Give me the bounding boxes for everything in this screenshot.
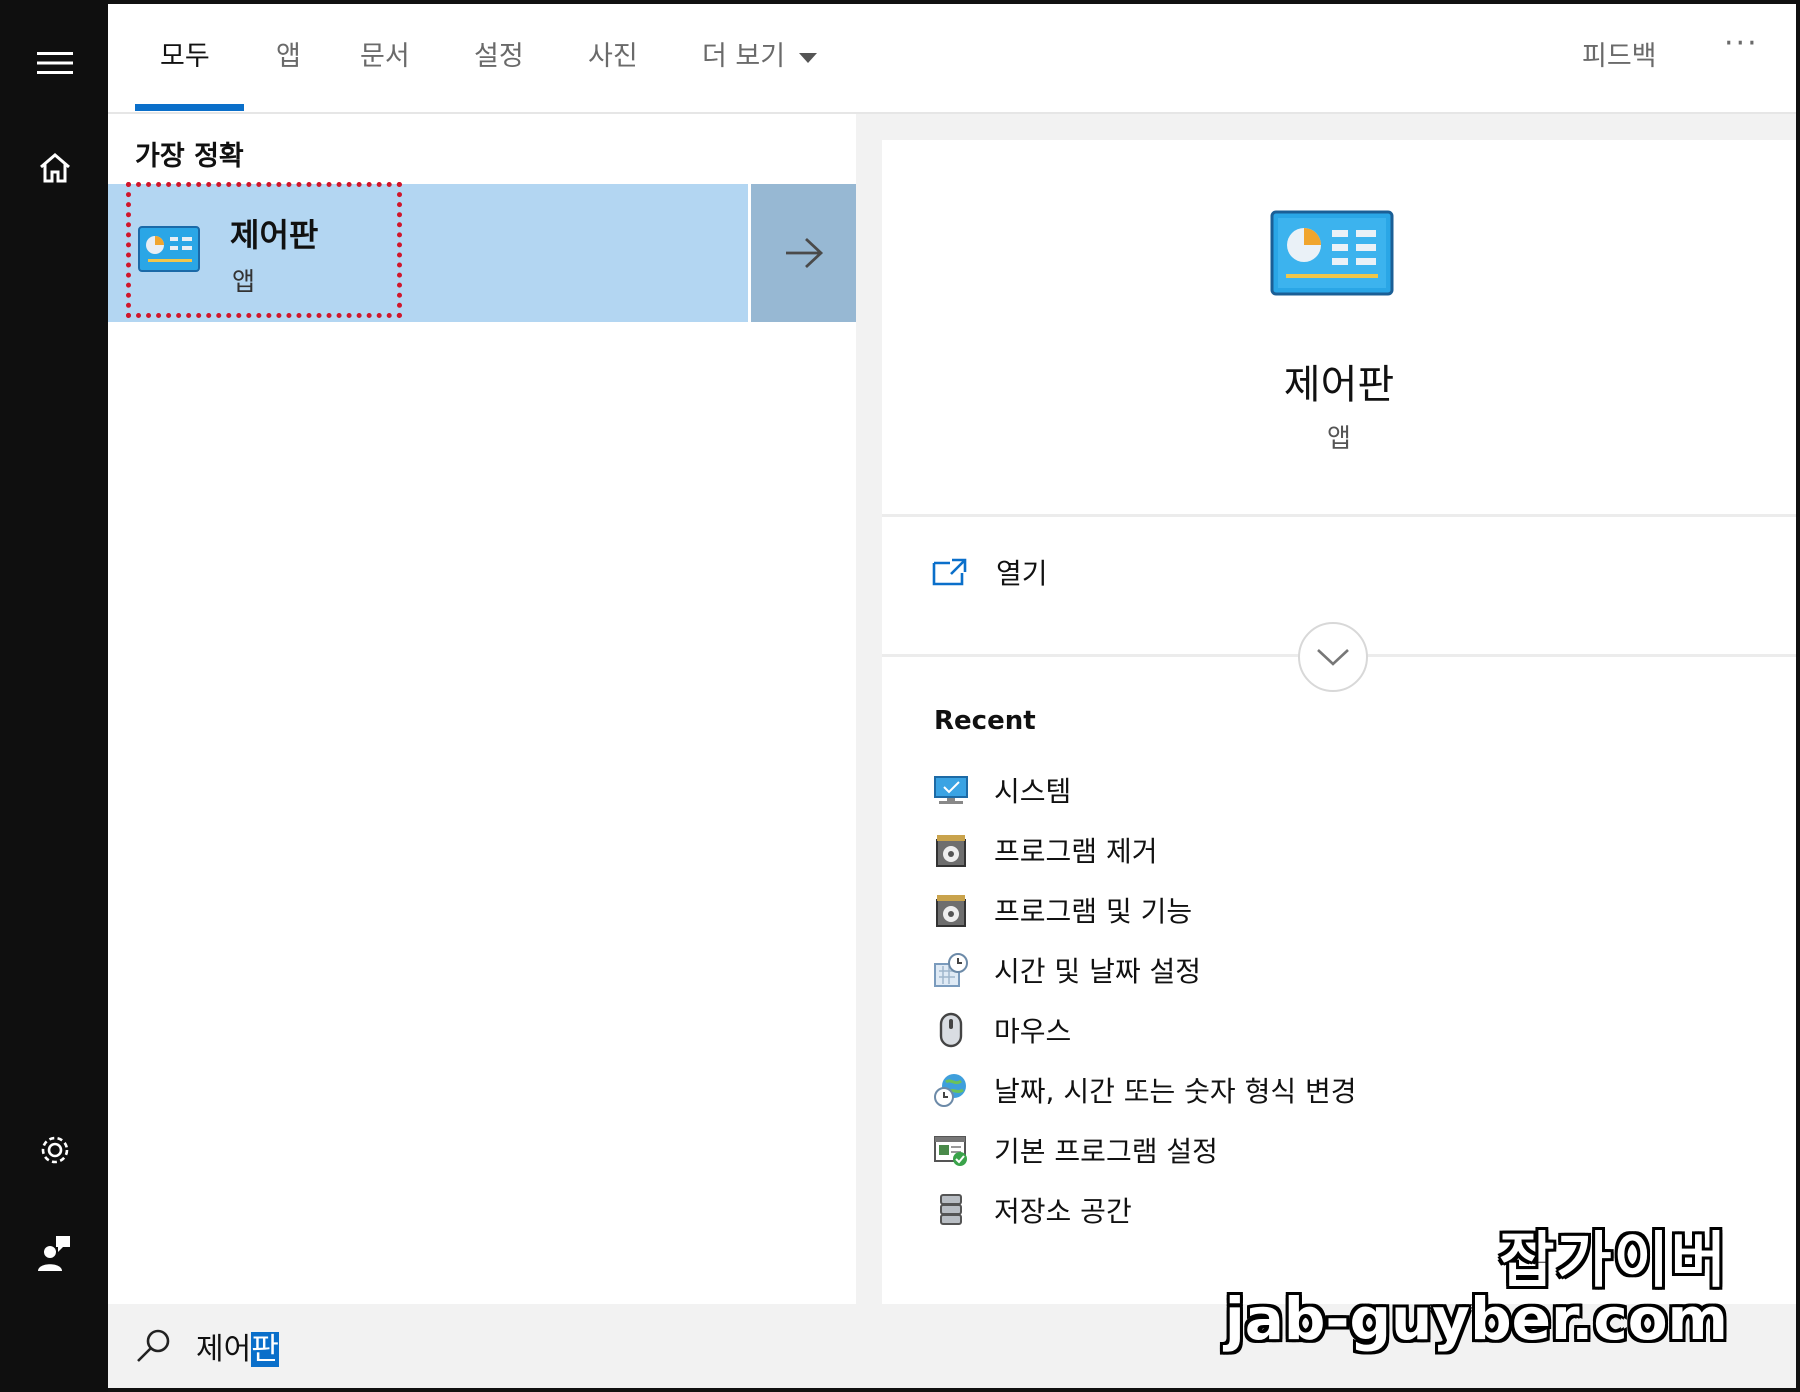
recent-item-label: 마우스 (994, 1015, 1072, 1048)
tab-photos[interactable]: 사진 (588, 34, 638, 73)
recent-item-label: 날짜, 시간 또는 숫자 형식 변경 (994, 1075, 1357, 1108)
open-label: 열기 (996, 557, 1048, 590)
tab-more-label: 더 보기 (702, 41, 786, 72)
chevron-down-icon (799, 52, 818, 63)
best-match-heading: 가장 정확 (135, 141, 244, 172)
open-action[interactable]: 열기 (932, 552, 1048, 592)
search-input[interactable]: 제어판 (196, 1324, 279, 1368)
tab-more[interactable]: 더 보기 (702, 34, 818, 73)
more-options-button[interactable]: ··· (1724, 26, 1759, 61)
active-tab-indicator (135, 104, 244, 111)
monitor-icon (932, 771, 970, 809)
tab-apps[interactable]: 앱 (276, 34, 301, 73)
recent-item-date-time[interactable]: 시간 및 날짜 설정 (932, 950, 1201, 990)
recent-item-label: 시간 및 날짜 설정 (994, 955, 1202, 988)
tab-all[interactable]: 모두 (160, 34, 210, 73)
recent-item-label: 시스템 (994, 775, 1072, 808)
calendar-clock-icon (932, 951, 970, 989)
detail-pane: 제어판 앱 열기 Recent 시스템 프로그램 제거 프로그램 및 기능 시간… (882, 140, 1796, 1304)
search-scope-tabs: 모두 앱 문서 설정 사진 더 보기 피드백 ··· (108, 4, 1796, 114)
chevron-down-icon (1317, 649, 1349, 666)
watermark-line2: jab-guyber.com (1224, 1285, 1728, 1353)
results-panel: 가장 정확 제어판 앱 (108, 114, 856, 1304)
feedback-link[interactable]: 피드백 (1582, 34, 1657, 73)
program-box-icon (932, 891, 970, 929)
arrow-right-icon (785, 237, 823, 269)
search-typed-text: 제어 (196, 1332, 252, 1367)
recent-item-storage-spaces[interactable]: 저장소 공간 (932, 1190, 1132, 1230)
recent-item-region-format[interactable]: 날짜, 시간 또는 숫자 형식 변경 (932, 1070, 1357, 1110)
globe-clock-icon (932, 1071, 970, 1109)
recent-item-default-programs[interactable]: 기본 프로그램 설정 (932, 1130, 1218, 1170)
highlight-annotation (126, 182, 402, 318)
recent-item-label: 저장소 공간 (994, 1195, 1132, 1228)
user-accounts-icon[interactable] (30, 1228, 80, 1278)
recent-item-mouse[interactable]: 마우스 (932, 1010, 1071, 1050)
search-icon (134, 1326, 174, 1370)
home-icon[interactable] (30, 143, 80, 193)
recent-item-uninstall[interactable]: 프로그램 제거 (932, 830, 1157, 870)
recent-item-system[interactable]: 시스템 (932, 770, 1071, 810)
default-programs-icon (932, 1131, 970, 1169)
open-arrow-button[interactable] (751, 184, 856, 322)
program-box-icon (932, 831, 970, 869)
hamburger-menu-icon[interactable] (30, 38, 80, 88)
recent-item-label: 기본 프로그램 설정 (994, 1135, 1218, 1168)
detail-title: 제어판 (1283, 362, 1395, 408)
storage-icon (932, 1191, 970, 1229)
control-panel-large-icon (1270, 210, 1394, 300)
recent-item-label: 프로그램 및 기능 (994, 895, 1193, 928)
expand-button[interactable] (1298, 622, 1368, 692)
recent-heading: Recent (934, 706, 1036, 736)
recent-item-programs-features[interactable]: 프로그램 및 기능 (932, 890, 1192, 930)
tab-settings[interactable]: 설정 (474, 34, 524, 73)
detail-subtitle: 앱 (1327, 424, 1351, 454)
left-rail (0, 0, 108, 1392)
gear-icon[interactable] (30, 1125, 80, 1175)
recent-item-label: 프로그램 제거 (994, 835, 1158, 868)
tab-documents[interactable]: 문서 (360, 34, 410, 73)
divider (882, 514, 1796, 517)
search-selected-text: 판 (251, 1332, 279, 1367)
open-external-icon (932, 558, 967, 586)
mouse-icon (932, 1011, 970, 1049)
